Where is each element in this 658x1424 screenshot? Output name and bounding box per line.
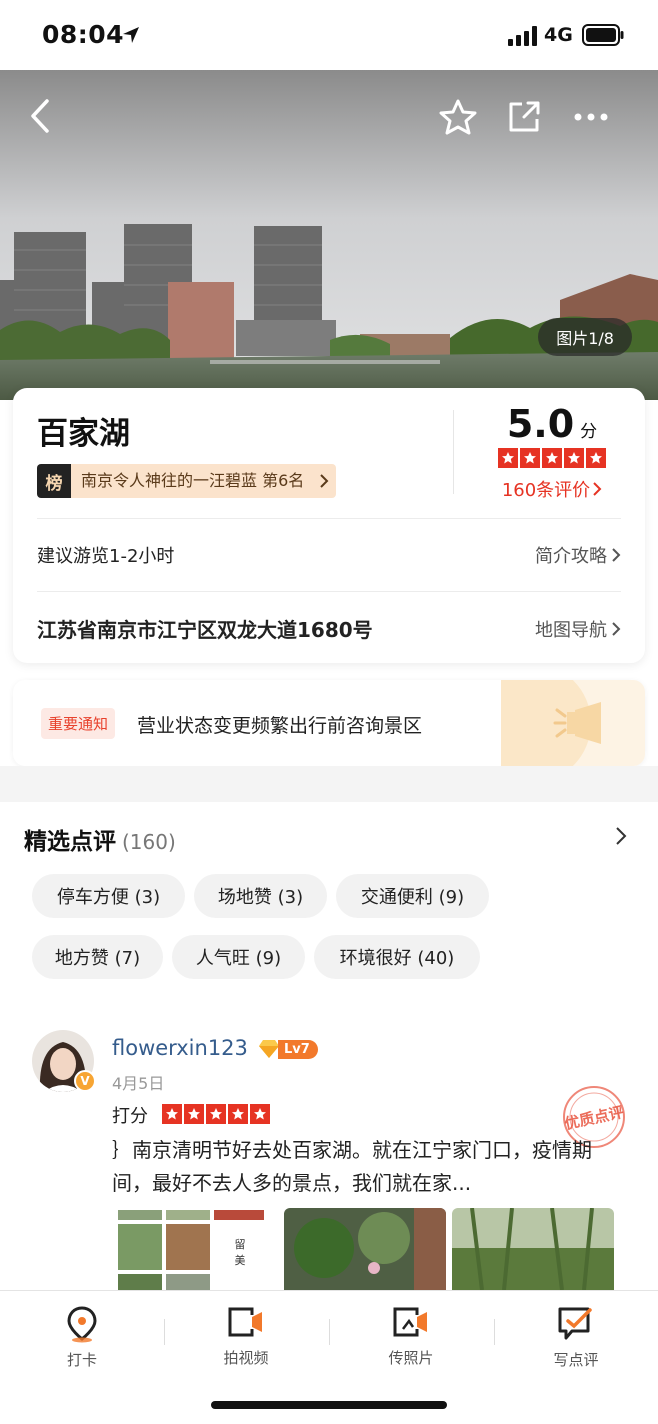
score-value: 5.0	[506, 402, 575, 446]
chevron-right-icon	[612, 548, 621, 562]
star-icon	[542, 448, 562, 468]
intro-guide-label: 简介攻略	[535, 546, 607, 567]
star-icon	[498, 448, 518, 468]
network-label: 4G	[544, 24, 573, 46]
tag-chip[interactable]: 人气旺 (9)	[172, 935, 305, 979]
poi-name: 百家湖	[37, 416, 130, 452]
location-pin-icon	[67, 1306, 97, 1343]
important-notice[interactable]: 重要通知 营业状态变更频繁出行前咨询景区	[13, 680, 645, 766]
rate-label: 打分	[112, 1106, 148, 1127]
tab-label: 传照片	[388, 1349, 434, 1367]
reviews-title: 精选点评	[24, 829, 116, 855]
write-review-icon	[558, 1307, 592, 1340]
home-indicator	[211, 1401, 447, 1409]
divider	[453, 410, 454, 494]
svg-text:留: 留	[235, 1238, 246, 1251]
star-icon	[250, 1104, 270, 1124]
review-stars	[162, 1104, 270, 1124]
map-navigation-label: 地图导航	[535, 619, 607, 641]
diamond-icon	[259, 1040, 279, 1058]
address-row[interactable]: 江苏省南京市江宁区双龙大道1680号 地图导航	[37, 614, 621, 643]
chevron-right-icon	[312, 464, 337, 498]
video-camera-icon	[228, 1307, 262, 1337]
notice-tag: 重要通知	[41, 708, 116, 739]
favorite-button[interactable]	[436, 95, 480, 139]
suggested-visit-text: 建议游览1-2小时	[37, 546, 175, 567]
review-text[interactable]: ｝南京清明节好去处百家湖。就在江宁家门口，疫情期间，最好不去人多的景点，我们就在…	[112, 1134, 622, 1200]
review-count-text: 160条评价	[501, 480, 591, 501]
chevron-right-icon[interactable]	[615, 826, 627, 846]
back-button[interactable]	[18, 94, 62, 138]
status-time: 08:04	[42, 20, 125, 49]
status-bar: 08:04 4G	[0, 0, 658, 70]
rank-tag: 榜	[37, 464, 71, 498]
section-separator	[0, 766, 658, 802]
address-text: 江苏省南京市江宁区双龙大道1680号	[37, 618, 373, 642]
ranking-badge[interactable]: 榜 南京令人神往的一汪碧蓝 第6名	[37, 464, 337, 498]
tab-label: 拍视频	[223, 1349, 269, 1367]
location-arrow-icon	[123, 27, 139, 43]
verified-badge: V	[74, 1070, 96, 1092]
divider	[164, 1319, 165, 1345]
map-navigation-link[interactable]: 地图导航	[535, 616, 621, 642]
tag-chip[interactable]: 交通便利 (9)	[336, 874, 489, 918]
rank-text: 南京令人神往的一汪碧蓝 第6名	[71, 464, 313, 498]
reviews-header[interactable]: 精选点评 (160)	[24, 822, 176, 856]
star-icon	[520, 448, 540, 468]
tag-chip[interactable]: 地方赞 (7)	[32, 935, 163, 979]
poi-info-card: 百家湖 榜 南京令人神往的一汪碧蓝 第6名 5.0 分 160条评价 建议游览1-…	[13, 388, 645, 663]
rating-stars	[487, 448, 617, 468]
bottom-action-bar: 打卡 拍视频 传照片 写点评	[0, 1290, 658, 1424]
reviews-count: (160)	[122, 830, 176, 854]
hero-photo[interactable]: 图片1/8	[0, 70, 658, 400]
tag-chip[interactable]: 停车方便 (3)	[32, 874, 185, 918]
visit-duration-row[interactable]: 建议游览1-2小时 简介攻略	[37, 542, 621, 568]
tag-chip[interactable]: 环境很好 (40)	[314, 935, 480, 979]
score-box[interactable]: 5.0 分 160条评价	[487, 402, 617, 502]
divider	[37, 591, 621, 592]
megaphone-icon	[501, 680, 645, 766]
review-photo[interactable]	[452, 1208, 614, 1290]
share-icon	[509, 101, 540, 132]
level-text: Lv7	[278, 1039, 318, 1059]
star-icon	[184, 1104, 204, 1124]
divider	[37, 518, 621, 519]
upload-photo-icon	[393, 1307, 427, 1337]
review-photo[interactable]: 留 美	[116, 1208, 278, 1290]
review-count-link[interactable]: 160条评价	[487, 476, 617, 502]
tab-upload-photo[interactable]: 传照片	[356, 1305, 466, 1368]
chevron-right-icon	[593, 482, 602, 496]
review-photos: 留 美	[116, 1208, 614, 1290]
tag-chip[interactable]: 场地赞 (3)	[194, 874, 327, 918]
more-button[interactable]	[569, 95, 613, 139]
tab-checkin[interactable]: 打卡	[27, 1305, 137, 1370]
tab-label: 写点评	[553, 1351, 599, 1369]
star-icon	[228, 1104, 248, 1124]
intro-guide-link[interactable]: 简介攻略	[535, 542, 621, 568]
signal-icon	[508, 26, 537, 46]
star-icon	[162, 1104, 182, 1124]
notice-text: 营业状态变更频繁出行前咨询景区	[137, 715, 423, 737]
photo-counter[interactable]: 图片1/8	[538, 318, 632, 356]
chevron-right-icon	[612, 621, 621, 636]
battery-icon	[582, 24, 624, 46]
star-outline-icon	[439, 99, 477, 135]
tab-shoot-video[interactable]: 拍视频	[191, 1305, 301, 1368]
divider	[494, 1319, 495, 1345]
score-unit: 分	[580, 422, 598, 442]
review-date: 4月5日	[112, 1074, 165, 1093]
review-username[interactable]: flowerxin123	[112, 1036, 248, 1060]
chevron-left-icon	[31, 99, 49, 133]
svg-text:美: 美	[235, 1254, 246, 1267]
star-icon	[564, 448, 584, 468]
more-dots-icon	[574, 113, 608, 121]
review-photo[interactable]	[284, 1208, 446, 1290]
tab-write-review[interactable]: 写点评	[521, 1305, 631, 1370]
share-button[interactable]	[502, 95, 546, 139]
divider	[329, 1319, 330, 1345]
star-icon	[586, 448, 606, 468]
level-badge: Lv7	[258, 1038, 318, 1060]
tab-label: 打卡	[66, 1351, 97, 1369]
star-icon	[206, 1104, 226, 1124]
